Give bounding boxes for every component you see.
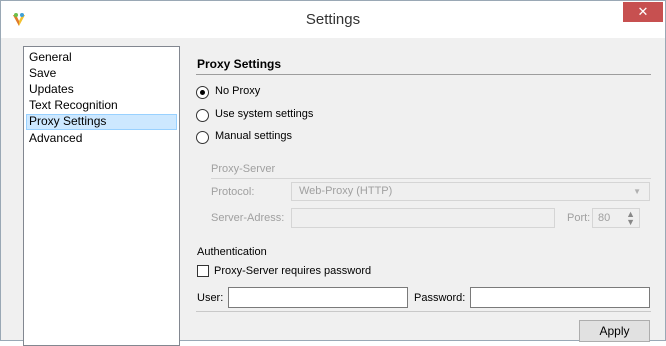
proxy-server-group-title: Proxy-Server	[211, 163, 276, 175]
settings-window: Settings ✕ General Save Updates Text Rec…	[0, 0, 666, 346]
sidebar-item-save[interactable]: Save	[26, 66, 177, 82]
radio-label: Manual settings	[215, 130, 293, 142]
radio-button[interactable]	[196, 109, 209, 122]
radio-button[interactable]	[196, 86, 209, 99]
title-bar[interactable]: Settings ✕	[1, 1, 665, 38]
radio-label: Use system settings	[215, 108, 314, 120]
settings-content: General Save Updates Text Recognition Pr…	[1, 38, 665, 346]
port-value: 80	[598, 212, 611, 224]
sidebar-item-updates[interactable]: Updates	[26, 82, 177, 98]
authentication-title: Authentication	[197, 246, 267, 258]
radio-button[interactable]	[196, 131, 209, 144]
protocol-select-value: Web-Proxy (HTTP)	[299, 185, 393, 197]
server-address-input[interactable]	[291, 208, 555, 228]
close-button[interactable]: ✕	[623, 2, 663, 22]
sidebar-item-advanced[interactable]: Advanced	[26, 131, 177, 147]
chevron-down-icon: ▼	[633, 187, 641, 196]
password-input[interactable]	[470, 287, 650, 308]
sidebar-item-text-recognition[interactable]: Text Recognition	[26, 98, 177, 114]
section-title: Proxy Settings	[197, 57, 282, 71]
user-input[interactable]	[228, 287, 408, 308]
port-stepper[interactable]: 80 ▲ ▼	[592, 208, 640, 228]
protocol-label: Protocol:	[211, 186, 255, 198]
requires-password-label: Proxy-Server requires password	[214, 265, 372, 277]
settings-category-list[interactable]: General Save Updates Text Recognition Pr…	[23, 46, 180, 346]
password-label: Password:	[414, 292, 466, 304]
radio-selected-dot	[200, 90, 205, 95]
group-divider	[211, 178, 651, 179]
protocol-select[interactable]: Web-Proxy (HTTP) ▼	[291, 182, 650, 201]
section-divider	[196, 74, 651, 75]
apply-button[interactable]: Apply	[579, 320, 650, 342]
radio-label: No Proxy	[215, 85, 261, 97]
server-address-label: Server-Adress:	[211, 212, 285, 224]
window-title: Settings	[305, 11, 361, 28]
user-label: User:	[197, 292, 224, 304]
port-label: Port:	[567, 212, 591, 224]
spinner-arrows-icon[interactable]: ▲ ▼	[626, 210, 635, 227]
close-icon: ✕	[637, 4, 649, 19]
sidebar-item-proxy-settings[interactable]: Proxy Settings	[26, 114, 177, 130]
sidebar-item-general[interactable]: General	[26, 50, 177, 66]
requires-password-checkbox[interactable]	[197, 265, 209, 277]
footer-divider	[196, 311, 651, 312]
